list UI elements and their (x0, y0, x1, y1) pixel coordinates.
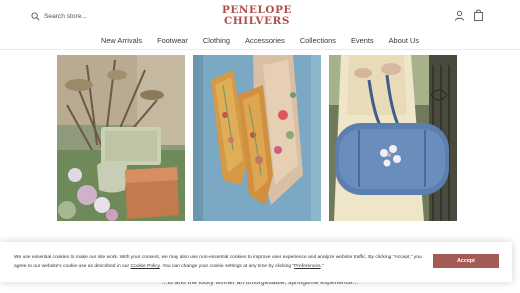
nav-new-arrivals[interactable]: New Arrivals (101, 36, 142, 45)
site-header: Search store... PENELOPE CHILVERS New Ar… (0, 0, 520, 50)
search-icon (31, 11, 40, 20)
nav-footwear[interactable]: Footwear (157, 36, 188, 45)
nav-collections[interactable]: Collections (300, 36, 336, 45)
cookie-text-part-2: . You can change your cookie settings at… (159, 264, 295, 269)
brand-logo[interactable]: PENELOPE CHILVERS (207, 5, 307, 26)
search-button[interactable]: Search store... (31, 9, 87, 23)
product-image-duffle-bag[interactable] (329, 55, 457, 221)
product-image-slippers[interactable] (193, 55, 321, 221)
main-nav: New Arrivals Footwear Clothing Accessori… (0, 33, 520, 47)
cookie-banner: We use essential cookies to make our sit… (0, 242, 512, 282)
cookie-policy-link[interactable]: Cookie Policy (130, 264, 159, 269)
preferences-link[interactable]: Preferences (294, 264, 320, 269)
logo-line-2: CHILVERS (224, 14, 290, 27)
nav-events[interactable]: Events (351, 36, 374, 45)
cookie-message: We use essential cookies to make our sit… (14, 253, 424, 271)
cookie-text-part-3: ." (320, 264, 324, 269)
nav-about-us[interactable]: About Us (389, 36, 419, 45)
search-placeholder: Search store... (44, 12, 87, 20)
product-image-garden-bag[interactable] (57, 55, 185, 221)
nav-clothing[interactable]: Clothing (203, 36, 230, 45)
nav-accessories[interactable]: Accessories (245, 36, 285, 45)
account-icon[interactable] (454, 10, 465, 21)
logo-line-1: PENELOPE (221, 4, 293, 16)
accept-cookies-button[interactable]: Accept (433, 254, 499, 268)
shopping-bag-icon[interactable] (473, 9, 484, 21)
